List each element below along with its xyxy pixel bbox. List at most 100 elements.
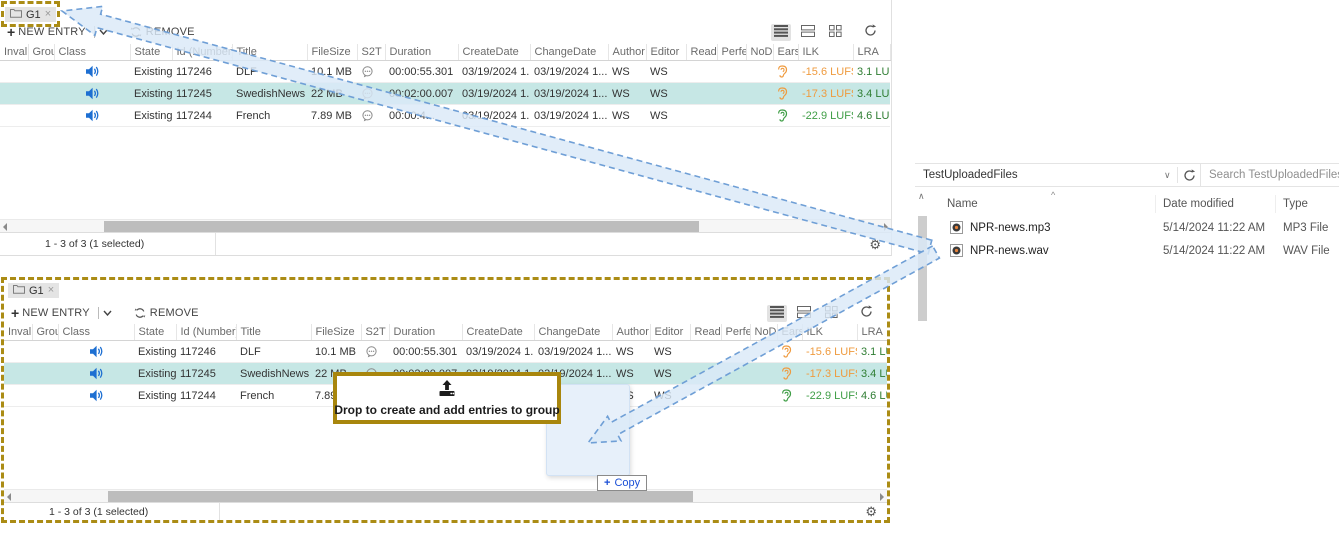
remove-button[interactable]: REMOVE	[146, 26, 195, 38]
column-header-ilk[interactable]: ILK	[802, 324, 857, 341]
table-row[interactable]: Existing117246DLF10.1 MB00:00:55.30103/1…	[0, 61, 890, 83]
column-header-perfe[interactable]: Perfe	[721, 324, 750, 341]
column-header-state[interactable]: State	[130, 44, 172, 61]
column-header-changedate[interactable]: ChangeDate	[534, 324, 612, 341]
list-view-button[interactable]	[771, 24, 791, 41]
column-header-editor[interactable]: Editor	[646, 44, 686, 61]
address-path[interactable]: TestUploadedFiles	[923, 169, 1018, 181]
horizontal-scrollbar[interactable]	[0, 219, 891, 232]
close-tab-icon[interactable]: ×	[48, 285, 54, 296]
chevron-down-icon[interactable]	[99, 26, 108, 38]
cell-ilk: -15.6 LUFS	[802, 341, 857, 363]
speaker-icon	[89, 389, 104, 402]
table-row[interactable]: Existing117244French7.89 MB00:00:4...03/…	[0, 105, 890, 127]
column-header-inval[interactable]: Inval	[4, 324, 32, 341]
plus-icon: +	[11, 305, 19, 321]
address-dropdown-icon[interactable]: ∨	[1164, 170, 1171, 181]
column-header-type[interactable]: Type	[1283, 198, 1308, 210]
cell-s2t	[357, 61, 385, 83]
search-input[interactable]	[1201, 169, 1339, 181]
column-header-lra[interactable]: LRA	[857, 324, 887, 341]
table-row[interactable]: Existing117246DLF10.1 MB00:00:55.30103/1…	[4, 341, 887, 363]
scrollbar-thumb[interactable]	[108, 491, 693, 502]
split-view-button[interactable]	[798, 24, 818, 41]
cell-lra: 3.1 LU	[853, 61, 890, 83]
column-header-ilk[interactable]: ILK	[798, 44, 853, 61]
grid-view-button[interactable]	[821, 305, 841, 322]
refresh-button[interactable]	[860, 305, 873, 321]
column-header-author[interactable]: Author	[612, 324, 650, 341]
chevron-down-icon[interactable]	[103, 307, 112, 319]
toolbar: + NEW ENTRY REMOVE	[4, 301, 887, 325]
column-header-class[interactable]: Class	[54, 44, 130, 61]
column-header-grou[interactable]: Grou	[28, 44, 54, 61]
column-header-state[interactable]: State	[134, 324, 176, 341]
cell-inval	[4, 341, 32, 363]
table-row[interactable]: Existing117245SwedishNews22 MB00:02:00.0…	[0, 83, 890, 105]
column-header-editor[interactable]: Editor	[650, 324, 690, 341]
column-header-read[interactable]: Read	[686, 44, 717, 61]
column-header-s2t[interactable]: S2T	[361, 324, 389, 341]
scroll-left-arrow-icon[interactable]	[7, 493, 11, 501]
column-header-changedate[interactable]: ChangeDate	[530, 44, 608, 61]
column-header-class[interactable]: Class	[58, 324, 134, 341]
split-view-button[interactable]	[794, 305, 814, 322]
vertical-scrollbar[interactable]: ∧	[917, 191, 928, 533]
column-header-duration[interactable]: Duration	[385, 44, 458, 61]
scrollbar-thumb[interactable]	[918, 216, 927, 321]
scroll-right-arrow-icon[interactable]	[880, 493, 884, 501]
column-header-ears[interactable]: Ears	[777, 324, 802, 341]
gear-icon[interactable]: ⚙	[865, 505, 877, 518]
status-divider	[219, 503, 220, 520]
column-header-date-modified[interactable]: Date modified	[1163, 198, 1234, 210]
grid-view-button[interactable]	[825, 24, 845, 41]
scrollbar-thumb[interactable]	[104, 221, 699, 232]
column-header-name[interactable]: Name	[947, 198, 978, 210]
column-header-filesize[interactable]: FileSize	[311, 324, 361, 341]
explorer-refresh-button[interactable]	[1183, 169, 1196, 185]
file-row[interactable]: NPR-news.wav5/14/2024 11:22 AMWAV File	[929, 239, 1339, 262]
column-header-createdate[interactable]: CreateDate	[458, 44, 530, 61]
refresh-button[interactable]	[864, 24, 877, 40]
new-entry-button[interactable]: NEW ENTRY	[22, 307, 90, 319]
cell-lra: 3.1 LU	[857, 341, 887, 363]
column-header-author[interactable]: Author	[608, 44, 646, 61]
column-header-createdate[interactable]: CreateDate	[462, 324, 534, 341]
group-tab[interactable]: G1 ×	[5, 7, 56, 22]
column-header-title[interactable]: Title	[236, 324, 311, 341]
column-header-ears[interactable]: Ears	[773, 44, 798, 61]
file-type: MP3 File	[1283, 222, 1328, 234]
column-header-duration[interactable]: Duration	[389, 324, 462, 341]
column-header-node[interactable]: NoDe	[746, 44, 773, 61]
column-header-s2t[interactable]: S2T	[357, 44, 385, 61]
ear-icon	[781, 367, 792, 380]
file-row[interactable]: NPR-news.mp35/14/2024 11:22 AMMP3 File	[929, 216, 1339, 239]
column-header-lra[interactable]: LRA	[853, 44, 890, 61]
scroll-right-arrow-icon[interactable]	[884, 223, 888, 231]
cell-class	[54, 61, 130, 83]
group-tab-label: G1	[26, 9, 41, 21]
file-explorer-panel: TestUploadedFiles ∨ ^ Name Date modified…	[915, 163, 1339, 533]
group-tab[interactable]: G1 ×	[8, 283, 59, 298]
column-header-read[interactable]: Read	[690, 324, 721, 341]
column-header-node[interactable]: NoDe	[750, 324, 777, 341]
column-header-id[interactable]: Id (Number)	[172, 44, 232, 61]
cell-editor: WS	[650, 363, 690, 385]
cell-grou	[28, 61, 54, 83]
column-header-inval[interactable]: Inval	[0, 44, 28, 61]
cell-state: Existing	[130, 83, 172, 105]
list-view-button[interactable]	[767, 305, 787, 322]
remove-button[interactable]: REMOVE	[150, 307, 199, 319]
column-header-title[interactable]: Title	[232, 44, 307, 61]
cell-duration: 00:00:55.301	[385, 61, 458, 83]
scroll-left-arrow-icon[interactable]	[3, 223, 7, 231]
column-header-id[interactable]: Id (Number)	[176, 324, 236, 341]
gear-icon[interactable]: ⚙	[869, 238, 881, 251]
column-header-filesize[interactable]: FileSize	[307, 44, 357, 61]
column-header-grou[interactable]: Grou	[32, 324, 58, 341]
column-header-perfe[interactable]: Perfe	[717, 44, 746, 61]
new-entry-button[interactable]: NEW ENTRY	[18, 26, 86, 38]
split-view-icon	[801, 25, 815, 40]
horizontal-scrollbar[interactable]	[4, 489, 887, 502]
close-tab-icon[interactable]: ×	[45, 9, 51, 20]
